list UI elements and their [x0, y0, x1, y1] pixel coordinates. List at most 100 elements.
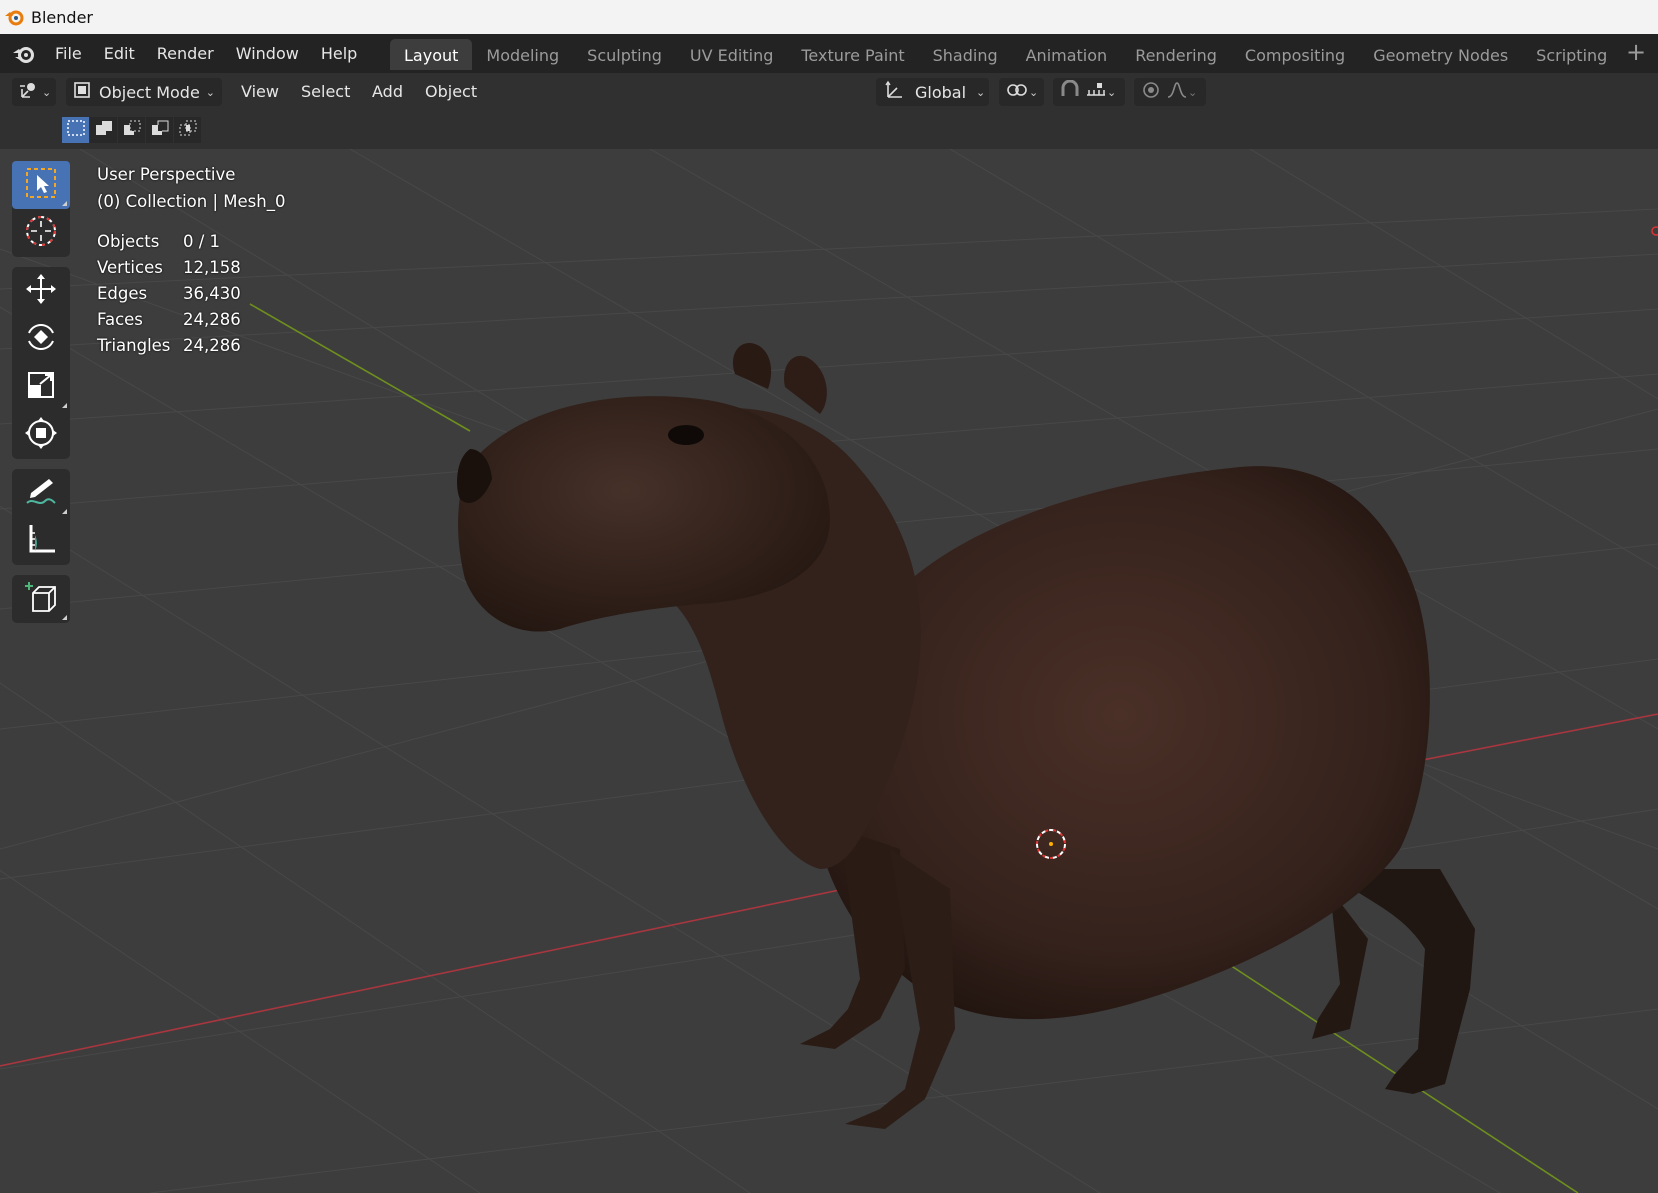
- select-box-icon: [23, 165, 59, 205]
- stat-label: Triangles: [97, 336, 171, 355]
- navigation-gizmo-edge: [1651, 226, 1658, 236]
- tab-sculpting[interactable]: Sculpting: [573, 39, 676, 70]
- editor-type-icon: [19, 80, 41, 104]
- menu-select[interactable]: Select: [301, 78, 350, 106]
- collection-label: (0) Collection | Mesh_0: [97, 192, 286, 211]
- snap-magnet-icon[interactable]: [1059, 79, 1081, 104]
- tab-uv-editing[interactable]: UV Editing: [676, 39, 787, 70]
- tool-select-box[interactable]: [12, 161, 70, 209]
- menu-window[interactable]: Window: [225, 39, 310, 69]
- viewport-info-overlay: User Perspective (0) Collection | Mesh_0: [97, 161, 285, 215]
- stat-value: 24,286: [183, 336, 241, 355]
- tab-modeling[interactable]: Modeling: [472, 39, 573, 70]
- proportional-editing-icon[interactable]: [1140, 80, 1162, 104]
- window-titlebar: Blender: [0, 0, 1658, 34]
- measure-icon: [23, 521, 59, 561]
- snapping-group[interactable]: ⌄: [1053, 78, 1125, 106]
- menu-edit[interactable]: Edit: [93, 39, 146, 69]
- tool-scale[interactable]: [12, 363, 70, 411]
- tab-layout[interactable]: Layout: [390, 38, 473, 70]
- 3d-viewport[interactable]: User Perspective (0) Collection | Mesh_0…: [0, 149, 1658, 1193]
- tab-scripting[interactable]: Scripting: [1522, 39, 1621, 70]
- toolbar-add-group: [12, 575, 70, 623]
- rotate-icon: [23, 319, 59, 359]
- tool-transform[interactable]: [12, 411, 70, 459]
- view-perspective-label: User Perspective: [97, 165, 236, 184]
- select-invert-button[interactable]: [146, 117, 173, 143]
- viewport-grid: [0, 149, 1658, 1193]
- stat-row: Objects 0 / 1: [97, 229, 241, 255]
- y-axis-line: [249, 303, 471, 432]
- menu-object[interactable]: Object: [425, 78, 477, 106]
- blender-menu-icon[interactable]: [10, 40, 38, 68]
- stat-row: Faces 24,286: [97, 307, 241, 333]
- tool-add-cube[interactable]: [12, 575, 70, 623]
- stat-row: Triangles 24,286: [97, 333, 241, 359]
- stat-label: Edges: [97, 284, 148, 303]
- tool-move[interactable]: [12, 267, 70, 315]
- tab-animation[interactable]: Animation: [1012, 39, 1122, 70]
- tab-geometry-nodes[interactable]: Geometry Nodes: [1359, 39, 1522, 70]
- toolbar-select-group: [12, 161, 70, 257]
- tab-texture-paint[interactable]: Texture Paint: [787, 39, 918, 70]
- chevron-down-icon: ⌄: [1029, 85, 1039, 99]
- tool-annotate[interactable]: [12, 469, 70, 517]
- select-new-icon: [66, 119, 86, 141]
- stat-label: Faces: [97, 310, 143, 329]
- pivot-point-dropdown[interactable]: ⌄: [999, 78, 1044, 106]
- top-menu-bar: File Edit Render Window Help Layout Mode…: [0, 34, 1658, 73]
- annotate-icon: [23, 473, 59, 513]
- tool-settings-bar: [0, 111, 1658, 149]
- orientation-label: Global: [915, 82, 967, 102]
- tab-shading[interactable]: Shading: [919, 39, 1012, 70]
- menu-file[interactable]: File: [44, 39, 93, 69]
- stat-label: Vertices: [97, 258, 163, 277]
- tool-variants-indicator: [62, 615, 67, 620]
- stat-value: 12,158: [183, 258, 241, 277]
- scale-icon: [23, 367, 59, 407]
- select-invert-icon: [150, 119, 170, 141]
- tab-compositing[interactable]: Compositing: [1231, 39, 1359, 70]
- falloff-curve-icon[interactable]: [1166, 80, 1188, 104]
- tab-rendering[interactable]: Rendering: [1121, 39, 1231, 70]
- chevron-down-icon: ⌄: [976, 85, 986, 99]
- stat-value: 0 / 1: [183, 232, 221, 251]
- select-extend-button[interactable]: [90, 117, 117, 143]
- move-icon: [23, 271, 59, 311]
- snap-increment-icon[interactable]: [1085, 80, 1107, 104]
- stat-row: Vertices 12,158: [97, 255, 241, 281]
- select-new-button[interactable]: [62, 117, 89, 143]
- transform-icon: [23, 415, 59, 455]
- toolbar-annotate-group: [12, 469, 70, 565]
- tool-cursor[interactable]: [12, 209, 70, 257]
- stat-value: 24,286: [183, 310, 241, 329]
- mode-label: Object Mode: [99, 82, 200, 102]
- select-intersect-button[interactable]: [174, 117, 201, 143]
- chevron-down-icon: ⌄: [1107, 85, 1117, 99]
- tool-rotate[interactable]: [12, 315, 70, 363]
- tool-variants-indicator: [62, 403, 67, 408]
- menu-help[interactable]: Help: [310, 39, 368, 69]
- tool-variants-indicator: [62, 509, 67, 514]
- tool-measure[interactable]: [12, 517, 70, 565]
- window-title: Blender: [31, 7, 93, 27]
- chevron-down-icon: ⌄: [42, 85, 52, 99]
- proportional-editing-group[interactable]: ⌄: [1134, 78, 1206, 106]
- menu-render[interactable]: Render: [146, 39, 225, 69]
- menu-view[interactable]: View: [241, 78, 279, 106]
- select-subtract-button[interactable]: [118, 117, 145, 143]
- select-intersect-icon: [178, 119, 198, 141]
- selection-mode-group: [62, 117, 202, 143]
- toolbar-transform-group: [12, 267, 70, 459]
- stat-row: Edges 36,430: [97, 281, 241, 307]
- orientation-dropdown[interactable]: Global ⌄: [876, 78, 989, 106]
- mode-dropdown[interactable]: Object Mode ⌄: [66, 78, 222, 106]
- stat-value: 36,430: [183, 284, 241, 303]
- editor-type-button[interactable]: ⌄: [12, 78, 56, 106]
- capybara-model[interactable]: [457, 343, 1475, 1129]
- cursor-icon: [23, 213, 59, 253]
- add-workspace-button[interactable]: +: [1622, 36, 1650, 68]
- tool-variants-indicator: [62, 201, 67, 206]
- orientation-icon: [885, 80, 905, 104]
- menu-add[interactable]: Add: [372, 78, 403, 106]
